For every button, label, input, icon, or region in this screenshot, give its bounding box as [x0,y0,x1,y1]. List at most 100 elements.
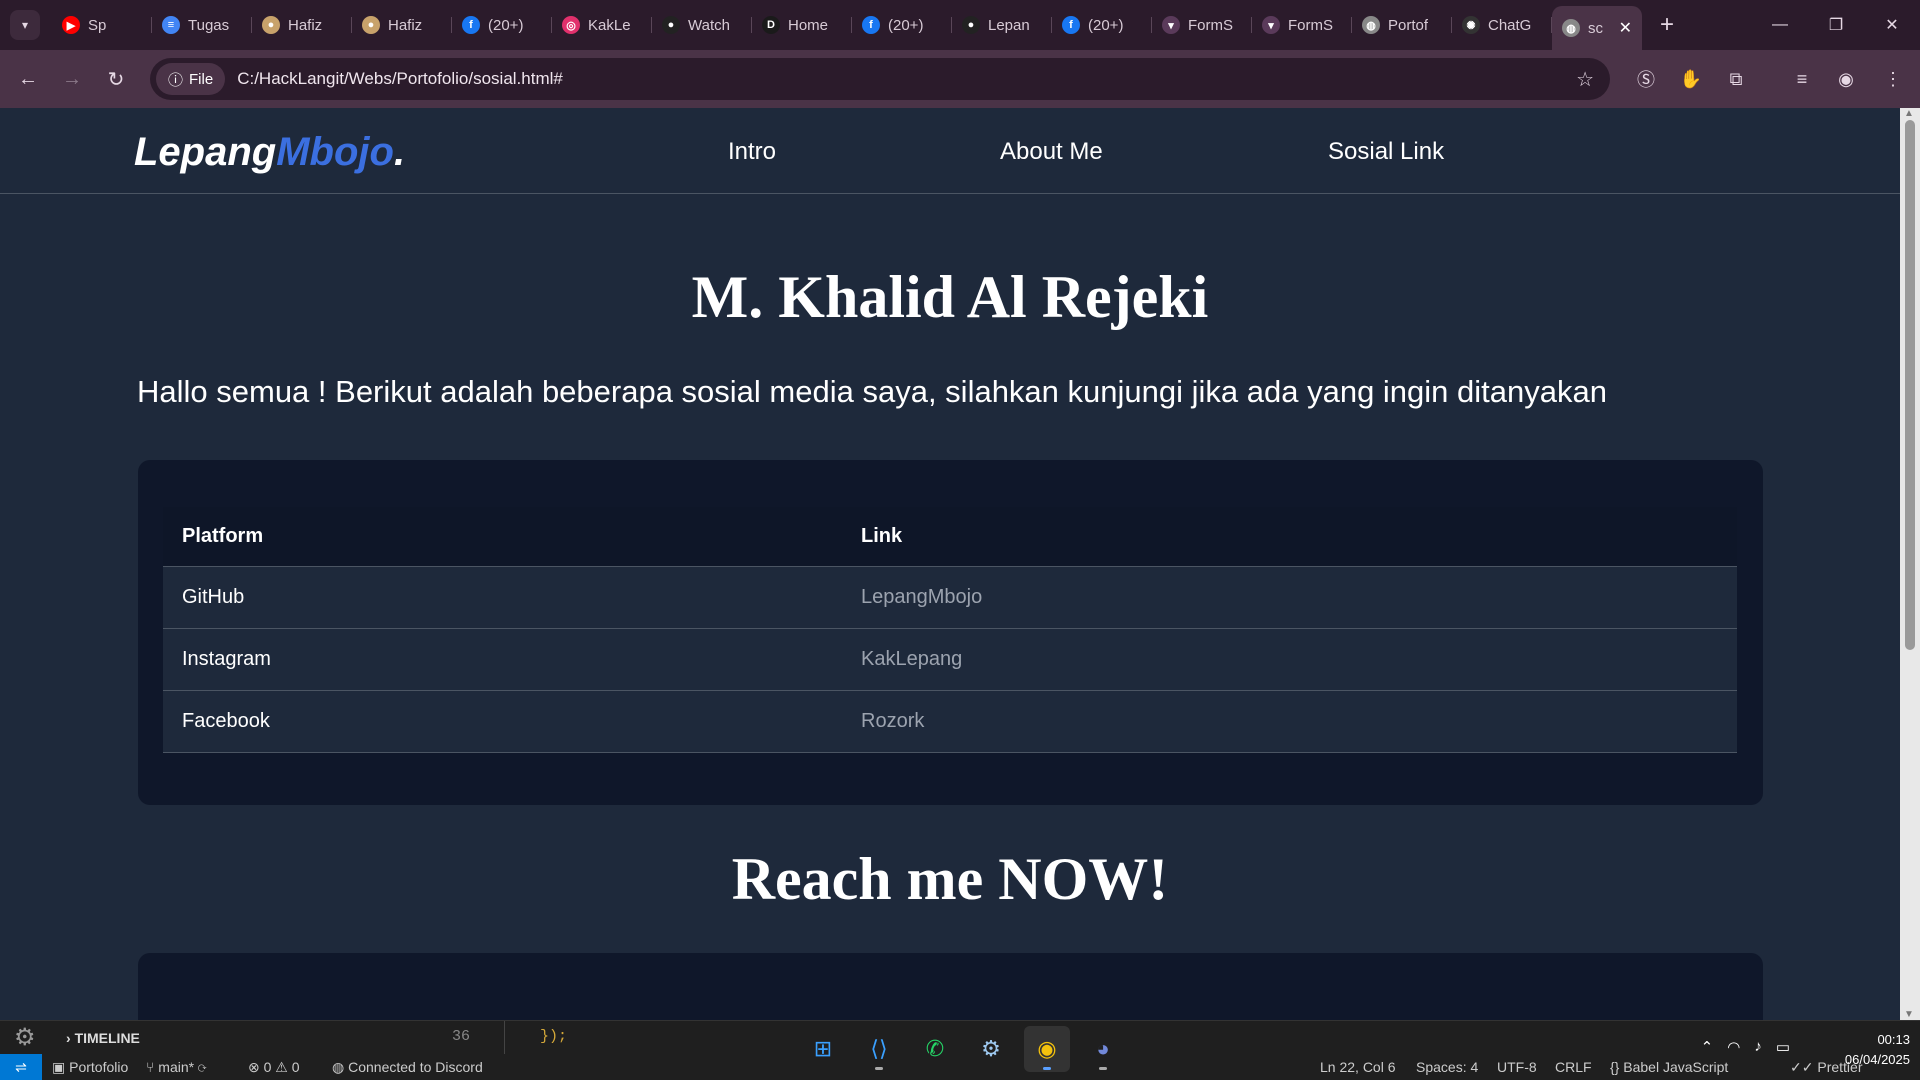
scroll-down-icon[interactable]: ▼ [1904,1009,1914,1020]
tab-label: FormS [1188,16,1233,34]
address-bar: ← → ↻ ⓘ File C:/HackLangit/Webs/Portofol… [0,50,1920,108]
extension-s-icon[interactable]: Ⓢ [1626,50,1666,108]
browser-tab[interactable]: ▾ FormS [1152,7,1252,43]
omnibox[interactable]: ⓘ File C:/HackLangit/Webs/Portofolio/sos… [150,58,1610,100]
close-tab-icon[interactable]: ✕ [1619,18,1632,38]
browser-tab[interactable]: ● Hafiz [252,7,352,43]
code-line[interactable]: }); [540,1028,567,1045]
info-icon: ⓘ [168,71,184,89]
branch-label: main* [158,1059,195,1075]
menu-kebab-icon[interactable]: ⋮ [1873,50,1913,108]
tab-label: (20+) [488,16,524,34]
encoding-status[interactable]: UTF-8 [1497,1059,1537,1075]
chevron-down-icon: ▾ [21,18,29,32]
discord-status[interactable]: ◍ Connected to Discord [332,1059,483,1076]
timeline-panel-header[interactable]: › TIMELINE [66,1030,140,1046]
social-link[interactable]: Rozork [861,710,1737,733]
tab-search-button[interactable]: ▾ [10,10,40,40]
clock-date: 06/04/2025 [1844,1052,1910,1067]
header-platform: Platform [182,525,264,547]
nav-link-intro[interactable]: Intro [728,138,776,166]
profile-avatar[interactable]: ◉ [1826,50,1866,108]
windows-start-icon[interactable]: ⊞ [800,1026,846,1072]
tab-label: sc [1588,19,1603,37]
folder-label: Portofolio [69,1059,129,1075]
extension-hand-icon[interactable]: ✋ [1671,50,1711,108]
tab-strip: ▶ Sp ≡ Tugas ● Hafiz ● Hafiz f (20+) ◎ KakLe ● Watch D… [52,0,1642,50]
browser-tab[interactable]: ✺ ChatG [1452,7,1552,43]
site-info-chip[interactable]: ⓘ File [156,63,226,95]
browser-tab[interactable]: f (20+) [852,7,952,43]
back-button[interactable]: ← [6,68,50,91]
browser-tab[interactable]: ◎ KakLe [552,7,652,43]
git-branch-status[interactable]: ⑂ main* ⟳ [146,1059,206,1075]
url-text[interactable]: C:/HackLangit/Webs/Portofolio/sosial.htm… [237,69,563,89]
wifi-icon[interactable]: ◠ [1727,1038,1740,1056]
reload-button[interactable]: ↻ [94,67,138,92]
whatsapp-icon[interactable]: ✆ [912,1026,958,1072]
bookmark-star-icon[interactable]: ☆ [1576,67,1594,92]
folder-status[interactable]: ▣ Portofolio [52,1059,128,1076]
remote-icon[interactable]: ⇌ [0,1054,42,1080]
table-row: Facebook Rozork [163,691,1737,753]
page-scrollbar[interactable]: ▲ ▼ [1900,108,1920,1020]
tab-label: (20+) [888,16,924,34]
close-window-button[interactable]: ✕ [1864,0,1920,50]
taskbar-clock[interactable]: 00:13 06/04/2025 [1845,1030,1910,1070]
eol-status[interactable]: CRLF [1555,1059,1592,1075]
running-indicator [1099,1067,1107,1070]
tab-label: Sp [88,16,107,34]
browser-tab[interactable]: ◍ Portof [1352,7,1452,43]
extensions-puzzle-icon[interactable]: ⧉ [1716,50,1756,108]
volume-icon[interactable]: ♪ [1754,1038,1762,1056]
vscode-icon[interactable]: ⟨⟩ [856,1026,902,1072]
cursor-position[interactable]: Ln 22, Col 6 [1320,1059,1396,1075]
browser-tab[interactable]: ▾ FormS [1252,7,1352,43]
globe-icon: ◍ [1562,19,1580,37]
site-info-label: File [189,70,214,88]
battery-icon[interactable]: ▭ [1776,1038,1790,1056]
scrollbar-thumb[interactable] [1905,120,1915,650]
browser-tab[interactable]: D Home [752,7,852,43]
forms-icon: ▾ [1162,16,1180,34]
sync-icon[interactable]: ⟳ [198,1059,206,1075]
forms-icon: ▾ [1262,16,1280,34]
site-logo[interactable]: LepangMbojo. [134,130,405,175]
gear-icon[interactable]: ⚙ [14,1023,36,1052]
browser-tab[interactable]: ● Lepan [952,7,1052,43]
browser-tab[interactable]: ● Hafiz [352,7,452,43]
language-status[interactable]: {} Babel JavaScript [1610,1059,1728,1075]
d-icon: D [762,16,780,34]
new-tab-button[interactable]: + [1660,11,1674,39]
browser-tab[interactable]: ≡ Tugas [152,7,252,43]
indentation-status[interactable]: Spaces: 4 [1416,1059,1478,1075]
instagram-icon: ◎ [562,16,580,34]
social-link[interactable]: KakLepang [861,648,1737,671]
browser-tab[interactable]: f (20+) [452,7,552,43]
forward-button[interactable]: → [50,68,94,91]
steam-icon[interactable]: ⚙ [968,1026,1014,1072]
chrome-icon[interactable]: ◉ [1024,1026,1070,1072]
page-title: M. Khalid Al Rejeki [691,264,1209,330]
nav-link-about-me[interactable]: About Me [1000,138,1103,166]
discord-icon[interactable]: ◕ [1080,1026,1126,1072]
nav-link-sosial-link[interactable]: Sosial Link [1328,138,1444,166]
facebook-icon: f [462,16,480,34]
browser-tab[interactable]: f (20+) [1052,7,1152,43]
table-row: GitHub LepangMbojo [163,567,1737,629]
problems-status[interactable]: ⊗ 0 ⚠ 0 [248,1059,300,1076]
minimize-button[interactable]: — [1752,0,1808,50]
chevron-up-icon[interactable]: ⌃ [1701,1038,1714,1056]
browser-tab[interactable]: ▶ Sp [52,7,152,43]
social-link[interactable]: LepangMbojo [861,586,1737,609]
browser-tab[interactable]: ● Watch [652,7,752,43]
platform-cell: Facebook [182,710,270,732]
site-icon: ● [362,16,380,34]
gutter-divider [504,1021,505,1055]
logo-accent: Mbojo [276,130,394,174]
tab-label: Tugas [188,16,230,34]
scroll-up-icon[interactable]: ▲ [1904,108,1914,119]
active-browser-tab[interactable]: ◍ sc ✕ [1552,6,1642,50]
media-control-icon[interactable]: ≡ [1782,50,1822,108]
restore-button[interactable]: ❐ [1808,0,1864,50]
